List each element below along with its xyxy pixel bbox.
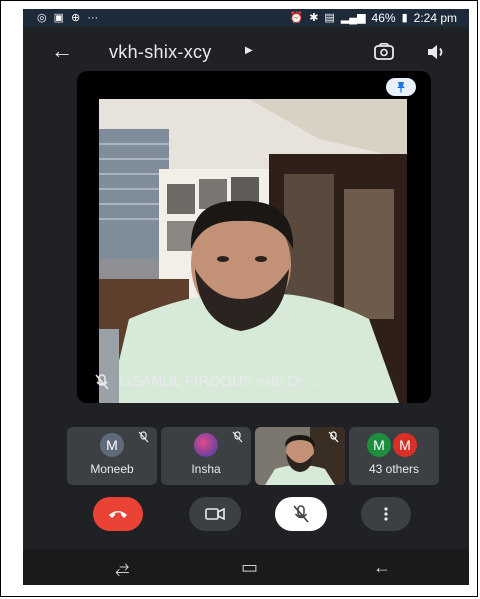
avatar — [194, 433, 218, 457]
mic-off-icon — [138, 431, 149, 443]
phone-screen: ◎ ▣ ⊕ ··· ⏰ ✱ ▤ ▂▄▆ 46% ▮ 2:24 pm ← vkh-… — [23, 9, 469, 585]
video-caption-text: LISANUL FIRDOUS with Dr. ... — [119, 373, 324, 390]
back-arrow-icon[interactable]: ← — [51, 38, 73, 64]
volte-icon: ▤ — [324, 12, 335, 24]
signal-icon: ▂▄▆ — [340, 12, 366, 24]
video-caption: LISANUL FIRDOUS with Dr. ... — [95, 373, 425, 390]
clock: 2:24 pm — [413, 11, 457, 25]
participant-tile-moneeb[interactable]: M Moneeb — [67, 427, 157, 485]
camera-toggle-button[interactable] — [189, 497, 241, 531]
avatar: M — [393, 433, 417, 457]
avatar: M — [100, 433, 124, 457]
avatar: M — [367, 433, 391, 457]
pin-icon[interactable] — [386, 78, 416, 96]
chevron-right-icon[interactable]: ▶ — [245, 45, 253, 56]
self-view-tile[interactable] — [255, 427, 345, 485]
home-icon[interactable]: ▭ — [241, 557, 258, 578]
meeting-code-title[interactable]: vkh-shix-xcy — [109, 42, 212, 63]
participant-name: Moneeb — [90, 462, 134, 476]
battery-icon: ▮ — [401, 12, 408, 24]
grid-icon: ⊕ — [71, 12, 81, 24]
system-navigation-bar: ⥄ ▭ ← — [23, 549, 469, 585]
screenshot-frame: ◎ ▣ ⊕ ··· ⏰ ✱ ▤ ▂▄▆ 46% ▮ 2:24 pm ← vkh-… — [0, 0, 478, 597]
more-dots-icon: ··· — [87, 12, 99, 24]
recent-apps-icon[interactable]: ⥄ — [115, 557, 129, 578]
hang-up-icon — [109, 511, 127, 518]
mic-off-icon — [293, 505, 309, 523]
mic-toggle-button[interactable] — [275, 497, 327, 531]
video-frame-image — [99, 99, 407, 403]
alarm-icon: ⏰ — [289, 12, 304, 24]
video-camera-icon — [205, 507, 225, 521]
gallery-icon: ▣ — [53, 12, 65, 24]
status-left-icons: ◎ ▣ ⊕ ··· — [37, 10, 98, 26]
participant-name: 43 others — [368, 462, 420, 476]
participant-tile-insha[interactable]: Insha — [161, 427, 251, 485]
status-right-icons: ⏰ ✱ ▤ ▂▄▆ 46% ▮ 2:24 pm — [290, 10, 458, 26]
mic-off-icon — [232, 431, 243, 443]
status-bar: ◎ ▣ ⊕ ··· ⏰ ✱ ▤ ▂▄▆ 46% ▮ 2:24 pm — [23, 9, 469, 27]
switch-camera-icon[interactable] — [373, 43, 395, 61]
participant-tile-others[interactable]: M M 43 others — [349, 427, 439, 485]
whatsapp-icon: ◎ — [37, 12, 47, 24]
meeting-top-bar: ← vkh-shix-xcy ▶ — [23, 31, 469, 73]
main-video-tile[interactable]: LISANUL FIRDOUS with Dr. ... — [77, 71, 431, 403]
battery-percent: 46% — [371, 11, 396, 25]
bluetooth-icon: ✱ — [309, 12, 319, 24]
speaker-icon[interactable] — [425, 41, 447, 63]
more-options-button[interactable] — [361, 497, 411, 531]
participant-name: Insha — [191, 462, 221, 476]
participant-video — [99, 99, 407, 403]
nav-back-icon[interactable]: ← — [373, 557, 391, 578]
mic-off-icon — [328, 431, 339, 443]
more-vert-icon — [384, 507, 388, 521]
end-call-button[interactable] — [93, 497, 143, 531]
mic-off-icon — [95, 373, 109, 389]
